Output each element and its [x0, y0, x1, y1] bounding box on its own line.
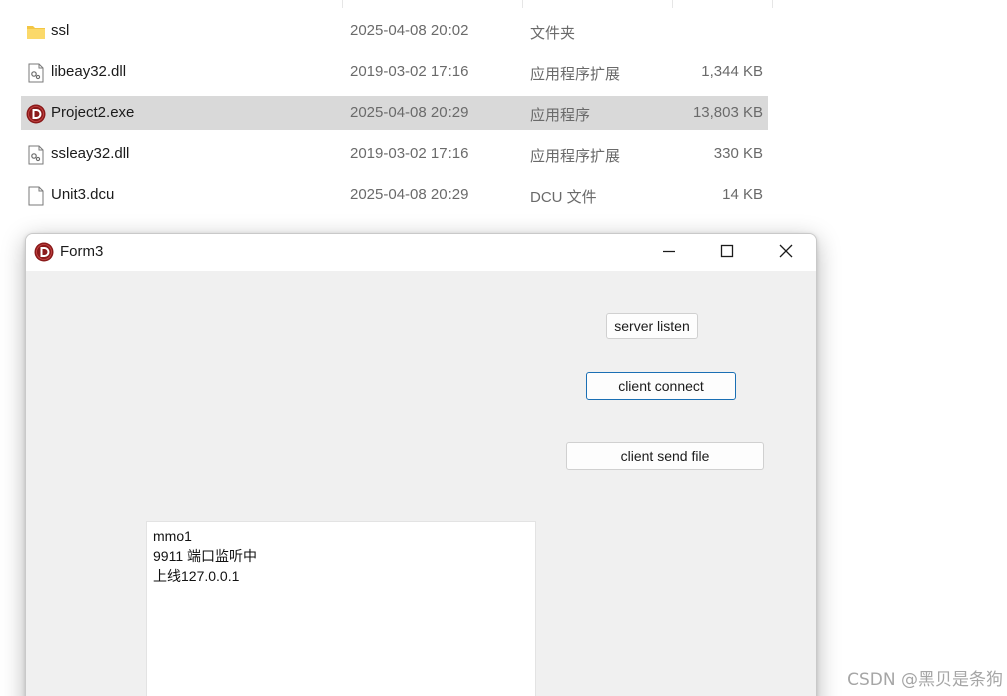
file-row-unit3[interactable]: Unit3.dcu 2025-04-08 20:29 DCU 文件 14 KB	[21, 178, 768, 212]
file-size: 14 KB	[722, 186, 763, 203]
file-name: Project2.exe	[51, 104, 135, 121]
column-divider	[522, 0, 523, 8]
memo-line: 上线127.0.0.1	[153, 568, 240, 584]
file-size: 13,803 KB	[692, 104, 763, 121]
window-title: Form3	[60, 243, 104, 260]
dll-file-icon	[26, 145, 46, 165]
column-divider	[772, 0, 773, 8]
close-icon	[779, 244, 793, 258]
file-name: libeay32.dll	[51, 63, 127, 80]
memo-line: 9911 端口监听中	[153, 548, 257, 564]
delphi-app-icon	[26, 104, 46, 124]
minimize-icon	[663, 250, 675, 253]
file-row-project2[interactable]: Project2.exe 2025-04-08 20:29 应用程序 13,80…	[21, 96, 768, 130]
maximize-button[interactable]	[698, 234, 756, 271]
file-type: 应用程序扩展	[530, 148, 621, 165]
file-type: DCU 文件	[530, 189, 597, 206]
file-size: 1,344 KB	[701, 63, 763, 80]
file-name: ssl	[51, 22, 70, 39]
file-type: 应用程序扩展	[530, 66, 621, 83]
file-row-ssl[interactable]: ssl 2025-04-08 20:02 文件夹	[21, 14, 768, 48]
server-listen-button[interactable]: server listen	[606, 313, 698, 339]
folder-icon	[26, 22, 46, 42]
file-name: ssleay32.dll	[51, 145, 130, 162]
file-date: 2025-04-08 20:29	[350, 186, 469, 203]
file-date: 2019-03-02 17:16	[350, 63, 469, 80]
title-bar[interactable]: Form3	[26, 234, 816, 271]
file-date: 2025-04-08 20:29	[350, 104, 469, 121]
file-date: 2019-03-02 17:16	[350, 145, 469, 162]
file-row-ssleay32[interactable]: ssleay32.dll 2019-03-02 17:16 应用程序扩展 330…	[21, 137, 768, 171]
file-date: 2025-04-08 20:02	[350, 22, 469, 39]
file-row-libeay32[interactable]: libeay32.dll 2019-03-02 17:16 应用程序扩展 1,3…	[21, 55, 768, 89]
close-button[interactable]	[756, 234, 814, 271]
watermark: CSDN @黑贝是条狗	[847, 670, 1003, 690]
column-divider	[342, 0, 343, 8]
screen: ssl 2025-04-08 20:02 文件夹 libeay32.dll 20…	[0, 0, 1007, 696]
minimize-button[interactable]	[640, 234, 698, 271]
memo-line: mmo1	[153, 528, 192, 544]
file-type: 应用程序	[530, 107, 591, 124]
delphi-app-icon	[34, 242, 54, 262]
dll-file-icon	[26, 63, 46, 83]
client-send-file-button[interactable]: client send file	[566, 442, 764, 470]
maximize-icon	[720, 244, 734, 258]
file-size: 330 KB	[713, 145, 763, 162]
column-divider	[672, 0, 673, 8]
form3-window: Form3 server listen client connect clien…	[25, 233, 817, 696]
file-type: 文件夹	[530, 25, 576, 42]
blank-file-icon	[26, 186, 46, 206]
client-connect-button[interactable]: client connect	[586, 372, 736, 400]
file-name: Unit3.dcu	[51, 186, 115, 203]
memo-box[interactable]: mmo1 9911 端口监听中 上线127.0.0.1	[146, 521, 536, 696]
